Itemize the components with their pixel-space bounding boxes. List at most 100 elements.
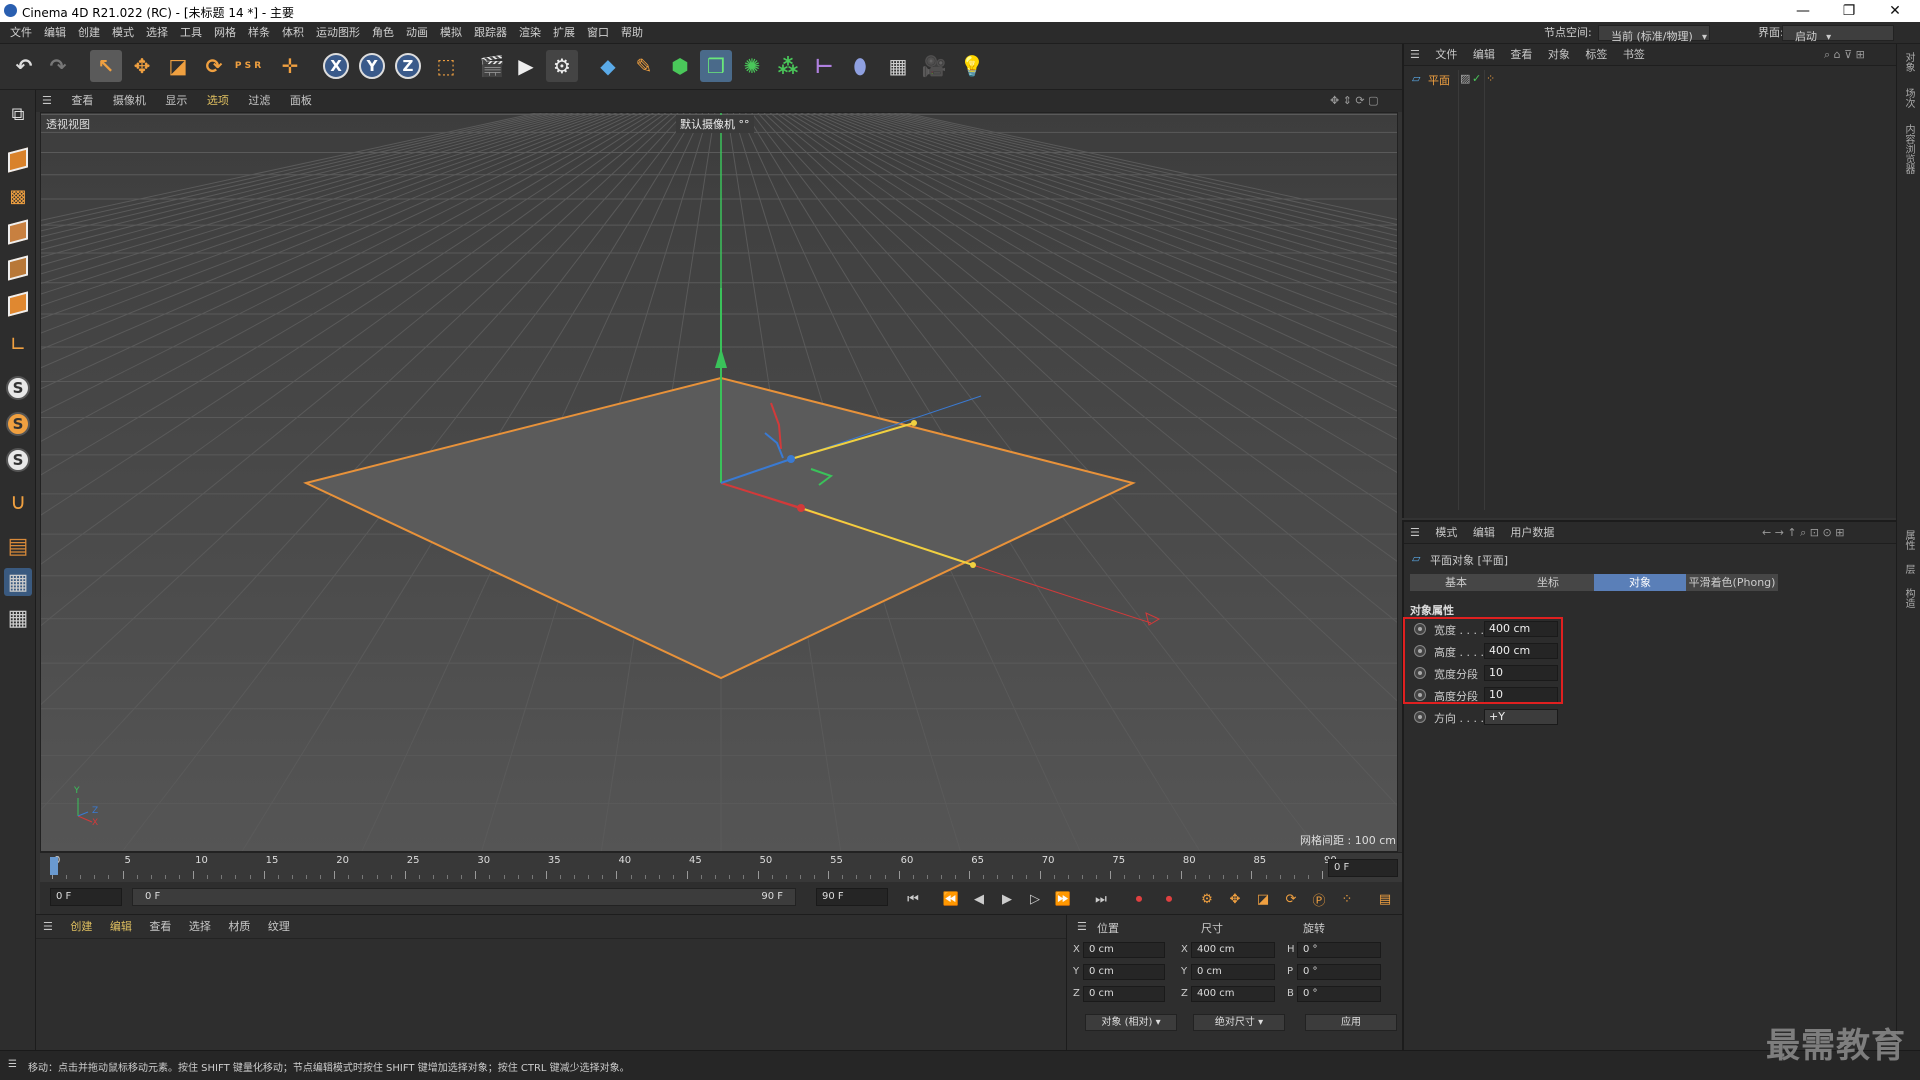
om-menu-file[interactable]: 文件 (1429, 44, 1463, 66)
spline-pen-icon[interactable]: ✎ (628, 50, 660, 82)
restore-button[interactable]: ❐ (1826, 0, 1872, 22)
planar-workplane-icon[interactable]: ▦ (4, 604, 32, 632)
axis-mode-icon[interactable]: ∟ (4, 330, 32, 358)
om-menu-tags[interactable]: 标签 (1579, 44, 1613, 66)
key-pla-icon[interactable]: ⁘ (1336, 888, 1358, 910)
snap-settings-icon[interactable]: S (4, 410, 32, 438)
playhead[interactable] (50, 857, 58, 875)
vp-menu-display[interactable]: 显示 (157, 90, 195, 112)
move-tool-icon[interactable]: ✥ (126, 50, 158, 82)
position-field[interactable]: 0 cm (1083, 986, 1165, 1002)
coord-hamburger-icon[interactable]: ☰ (1077, 920, 1087, 933)
range-slider[interactable]: 0 F 90 F (132, 888, 796, 906)
menu-item[interactable]: 模拟 (434, 22, 468, 44)
workplane-snap-icon[interactable]: S (4, 446, 32, 474)
menu-item[interactable]: 工具 (174, 22, 208, 44)
deformer-icon[interactable]: ⊢ (808, 50, 840, 82)
menu-item[interactable]: 编辑 (38, 22, 72, 44)
menu-item[interactable]: 动画 (400, 22, 434, 44)
visibility-dots-icon[interactable]: ▨ (1460, 72, 1470, 85)
om-menu-view[interactable]: 查看 (1504, 44, 1538, 66)
menu-item[interactable]: 帮助 (615, 22, 649, 44)
points-mode-icon[interactable] (4, 218, 32, 246)
end-frame-field[interactable]: 90 F (816, 888, 888, 906)
rotation-field[interactable]: 0 ° (1297, 964, 1381, 980)
auto-key-icon[interactable]: ⏺ (1158, 888, 1180, 910)
render-view-icon[interactable]: 🎬 (476, 50, 508, 82)
om-menu-object[interactable]: 对象 (1542, 44, 1576, 66)
tab-coord[interactable]: 坐标 (1502, 574, 1594, 591)
record-icon[interactable]: ⏺ (1128, 888, 1150, 910)
perspective-viewport[interactable] (40, 112, 1398, 852)
coordinate-system-icon[interactable]: ⬚ (430, 50, 462, 82)
texture-mode-icon[interactable]: ▩ (4, 182, 32, 210)
recent-tool-icon[interactable]: ✛ (274, 50, 306, 82)
menu-item[interactable]: 模式 (106, 22, 140, 44)
rotate-tool-icon[interactable]: ⟳ (198, 50, 230, 82)
next-frame-icon[interactable]: ▷ (1024, 888, 1046, 910)
rotation-field[interactable]: 0 ° (1297, 986, 1381, 1002)
y-axis-lock-button[interactable]: Y (356, 50, 388, 82)
workplane-icon[interactable]: ▤ (4, 532, 32, 560)
mat-menu-texture[interactable]: 纹理 (261, 915, 297, 939)
position-field[interactable]: 0 cm (1083, 942, 1165, 958)
render-picture-viewer-icon[interactable]: ▶ (510, 50, 542, 82)
current-frame-field[interactable]: 0 F (1328, 859, 1398, 877)
viewport-hamburger-icon[interactable]: ☰ (36, 90, 60, 112)
minimize-button[interactable]: — (1780, 0, 1826, 22)
vp-menu-filter[interactable]: 过滤 (240, 90, 278, 112)
vp-menu-camera[interactable]: 摄像机 (105, 90, 154, 112)
am-nav-icons[interactable]: ← → ↑ ⌕ ⊡ ⊙ ⊞ (1756, 522, 1850, 544)
psr-tool-icon[interactable]: P S R (232, 50, 264, 82)
orientation-dropdown[interactable]: +Y (1484, 709, 1558, 725)
object-row-plane[interactable]: ▱ 平面 ▨ ✓ ⁘ (1412, 70, 1892, 88)
menu-item[interactable]: 体积 (276, 22, 310, 44)
timeline-ruler[interactable]: 051015202530354045505560657075808590 0 F (40, 852, 1402, 882)
prev-frame-icon[interactable]: ◀ (968, 888, 990, 910)
coord-mode-dropdown[interactable]: 对象 (相对) ▾ (1085, 1014, 1177, 1031)
menu-item[interactable]: 窗口 (581, 22, 615, 44)
x-axis-lock-button[interactable]: X (320, 50, 352, 82)
menu-item[interactable]: 跟踪器 (468, 22, 513, 44)
menu-item[interactable]: 文件 (4, 22, 38, 44)
mat-menu-select[interactable]: 选择 (182, 915, 218, 939)
am-menu-edit[interactable]: 编辑 (1467, 522, 1501, 544)
magnet-icon[interactable]: ∪ (4, 488, 32, 516)
apply-button[interactable]: 应用 (1305, 1014, 1397, 1031)
vtab-layers[interactable]: 层 (1901, 564, 1916, 574)
vp-menu-view[interactable]: 查看 (63, 90, 101, 112)
array-icon[interactable]: ❒ (700, 50, 732, 82)
make-editable-icon[interactable]: ⧉ (4, 100, 32, 128)
tab-object[interactable]: 对象 (1594, 574, 1686, 591)
anim-radio-icon[interactable] (1414, 711, 1426, 723)
size-field[interactable]: 400 cm (1191, 942, 1275, 958)
scale-tool-icon[interactable]: ◪ (162, 50, 194, 82)
vp-menu-options[interactable]: 选项 (199, 90, 237, 112)
menu-item[interactable]: 网格 (208, 22, 242, 44)
enabled-check-icon[interactable]: ✓ (1472, 72, 1481, 85)
vp-menu-panel[interactable]: 面板 (282, 90, 320, 112)
om-menu-bookmarks[interactable]: 书签 (1617, 44, 1651, 66)
position-field[interactable]: 0 cm (1083, 964, 1165, 980)
mat-menu-material[interactable]: 材质 (221, 915, 257, 939)
menu-item[interactable]: 扩展 (547, 22, 581, 44)
object-name[interactable]: 平面 (1428, 72, 1450, 88)
prev-key-icon[interactable]: ⏪ (940, 888, 962, 910)
play-icon[interactable]: ▶ (996, 888, 1018, 910)
timeline-window-icon[interactable]: ▤ (1374, 888, 1396, 910)
vtab-structure[interactable]: 构造 (1901, 588, 1916, 608)
viewport-nav-icons[interactable]: ✥ ⇕ ⟳ ▢ (1322, 90, 1387, 112)
mat-menu-edit[interactable]: 编辑 (103, 915, 139, 939)
am-hamburger-icon[interactable]: ☰ (1404, 522, 1426, 544)
rotation-field[interactable]: 0 ° (1297, 942, 1381, 958)
menu-item[interactable]: 样条 (242, 22, 276, 44)
cube-primitive-icon[interactable]: ◆ (592, 50, 624, 82)
menu-item[interactable]: 渲染 (513, 22, 547, 44)
floor-icon[interactable]: ▦ (882, 50, 914, 82)
size-field[interactable]: 400 cm (1191, 986, 1275, 1002)
undo-icon[interactable]: ↶ (8, 50, 40, 82)
goto-end-icon[interactable]: ⏭ (1090, 888, 1112, 910)
layout-dropdown[interactable]: 启动 ▾ (1782, 25, 1894, 43)
tag-icon[interactable]: ⁘ (1486, 72, 1495, 85)
size-field[interactable]: 0 cm (1191, 964, 1275, 980)
